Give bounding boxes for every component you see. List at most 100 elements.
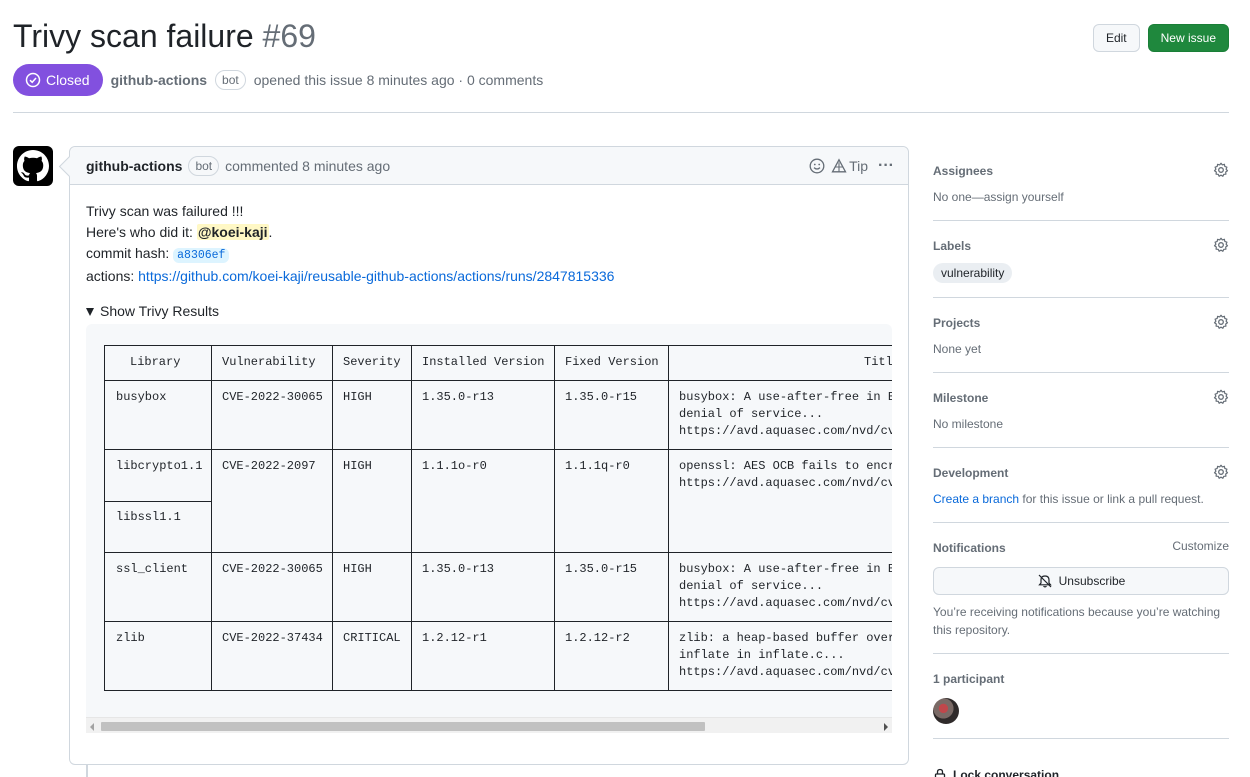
table-cell-title: inflate in inflate.c...: [679, 648, 845, 662]
comment-author-link[interactable]: github-actions: [86, 158, 182, 174]
create-branch-link[interactable]: Create a branch: [933, 492, 1019, 506]
new-issue-button[interactable]: New issue: [1147, 24, 1229, 52]
status-badge: Closed: [13, 64, 103, 96]
trivy-results-code-block: Library Vulnerability Severity Installed Ve…: [86, 324, 892, 733]
table-cell-library: busybox: [116, 390, 167, 404]
comment-meta[interactable]: commented 8 minutes ago: [225, 158, 390, 174]
commit-hash-link[interactable]: a8306ef: [173, 248, 230, 263]
table-cell-vulnerability: CVE-2022-30065: [222, 390, 323, 404]
lock-conversation-button[interactable]: Lock conversation: [933, 768, 1059, 777]
sidebar-notifications: Notifications Customize Unsubscribe You’…: [933, 523, 1229, 654]
labels-heading[interactable]: Labels: [933, 237, 1229, 255]
table-cell-library: zlib: [116, 631, 145, 645]
user-mention[interactable]: @koei-kaji: [196, 224, 269, 240]
table-cell-vulnerability: CVE-2022-37434: [222, 631, 323, 645]
table-cell-title: denial of service...: [679, 579, 824, 593]
table-vertical-rule: [332, 345, 333, 691]
tip-button[interactable]: Tip: [831, 158, 868, 174]
table-cell-title: https://avd.aquasec.com/nvd/cv: [679, 665, 892, 679]
more-options-icon[interactable]: ···: [878, 157, 894, 175]
customize-notifications-link[interactable]: Customize: [1172, 539, 1229, 553]
table-cell-installed-version: 1.35.0-r13: [422, 390, 495, 404]
code-block-scroll-area: Library Vulnerability Severity Installed Ve…: [86, 324, 892, 717]
table-vertical-rule: [211, 345, 212, 691]
table-cell-fixed-version: 1.2.12-r2: [565, 631, 630, 645]
issue-sidebar: Assignees No one—assign yourself Labels …: [933, 146, 1229, 739]
label-vulnerability[interactable]: vulnerability: [933, 263, 1013, 283]
table-cell-fixed-version: 1.35.0-r15: [565, 562, 638, 576]
projects-heading[interactable]: Projects: [933, 314, 1229, 332]
sidebar-milestone: Milestone No milestone: [933, 373, 1229, 448]
table-cell-title: https://avd.aquasec.com/nvd/cv: [679, 596, 892, 610]
table-vertical-rule: [668, 345, 669, 691]
details-summary[interactable]: Show Trivy Results: [86, 301, 892, 322]
scroll-right-icon[interactable]: [884, 723, 888, 731]
bot-badge: bot: [188, 155, 220, 176]
table-cell-title: zlib: a heap-based buffer over: [679, 631, 892, 645]
scroll-left-icon[interactable]: [90, 723, 94, 731]
table-cell-fixed-version: 1.1.1q-r0: [565, 459, 630, 473]
timeline-line: [86, 765, 88, 777]
status-label: Closed: [46, 72, 90, 88]
table-cell-library: ssl_client: [116, 562, 189, 576]
header-divider: [13, 112, 1229, 113]
table-header-cell: Library: [130, 355, 181, 369]
avatar[interactable]: [13, 146, 53, 186]
table-cell-title: https://avd.aquasec.com/nvd/cv: [679, 424, 892, 438]
table-header-cell: Vulnerability: [222, 355, 316, 369]
horizontal-scrollbar[interactable]: [86, 717, 892, 733]
participants-heading: 1 participant: [933, 672, 1005, 686]
table-subrow-rule: [104, 501, 211, 502]
disclosure-triangle-icon: [86, 307, 94, 316]
line2-suffix: .: [268, 224, 273, 240]
table-cell-title: https://avd.aquasec.com/nvd/cv: [679, 476, 892, 490]
scrollbar-thumb[interactable]: [101, 722, 705, 731]
issue-title: Trivy scan failure: [13, 18, 254, 54]
development-heading[interactable]: Development: [933, 464, 1229, 482]
lock-icon: [934, 768, 946, 777]
tip-label: Tip: [849, 158, 869, 174]
table-horizontal-rule: [104, 552, 892, 553]
table-cell-library: libssl1.1: [116, 510, 181, 524]
comment-header: github-actions bot commented 8 minutes a…: [70, 147, 908, 185]
unsubscribe-button[interactable]: Unsubscribe: [933, 567, 1229, 595]
actions-run-link[interactable]: https://github.com/koei-kaji/reusable-gi…: [138, 268, 614, 284]
gear-icon[interactable]: [1213, 314, 1229, 330]
table-cell-vulnerability: CVE-2022-30065: [222, 562, 323, 576]
assignees-value[interactable]: No one—assign yourself: [933, 188, 1229, 206]
notifications-note: You’re receiving notifications because y…: [933, 605, 1221, 637]
github-mark-icon: [17, 150, 49, 182]
details-summary-label: Show Trivy Results: [100, 303, 220, 319]
issue-author-link[interactable]: github-actions: [111, 72, 207, 88]
table-cell-severity: HIGH: [343, 562, 372, 576]
table-cell-title: denial of service...: [679, 407, 824, 421]
participant-avatar[interactable]: [933, 698, 959, 724]
milestone-heading[interactable]: Milestone: [933, 389, 1229, 407]
table-cell-severity: HIGH: [343, 459, 372, 473]
issue-title-row: Trivy scan failure #69: [13, 16, 316, 56]
smiley-icon[interactable]: [809, 158, 825, 174]
table-header-cell: Titl: [864, 355, 892, 369]
gear-icon[interactable]: [1213, 162, 1229, 178]
gear-icon[interactable]: [1213, 389, 1229, 405]
comment-body: Trivy scan was failured !!! Here's who d…: [70, 185, 908, 322]
closed-check-icon: [25, 72, 41, 88]
table-horizontal-rule: [104, 621, 892, 622]
unsubscribe-label: Unsubscribe: [1058, 574, 1126, 588]
table-header-cell: Installed Version: [422, 355, 545, 369]
gear-icon[interactable]: [1213, 464, 1229, 480]
comment-line-1: Trivy scan was failured !!!: [86, 203, 244, 219]
table-horizontal-rule: [104, 345, 892, 346]
table-horizontal-rule: [104, 690, 892, 691]
sidebar-participants: 1 participant: [933, 654, 1229, 739]
issue-meta: Closed github-actions bot opened this is…: [13, 64, 543, 96]
comment-tools: Tip ···: [809, 147, 894, 185]
assignees-heading[interactable]: Assignees: [933, 162, 1229, 180]
edit-button[interactable]: Edit: [1092, 24, 1140, 52]
table-cell-installed-version: 1.2.12-r1: [422, 631, 487, 645]
table-cell-vulnerability: CVE-2022-2097: [222, 459, 316, 473]
comment-line-2: Here's who did it: @koei-kaji.: [86, 222, 892, 243]
table-cell-severity: HIGH: [343, 390, 372, 404]
table-horizontal-rule: [104, 449, 892, 450]
gear-icon[interactable]: [1213, 237, 1229, 253]
